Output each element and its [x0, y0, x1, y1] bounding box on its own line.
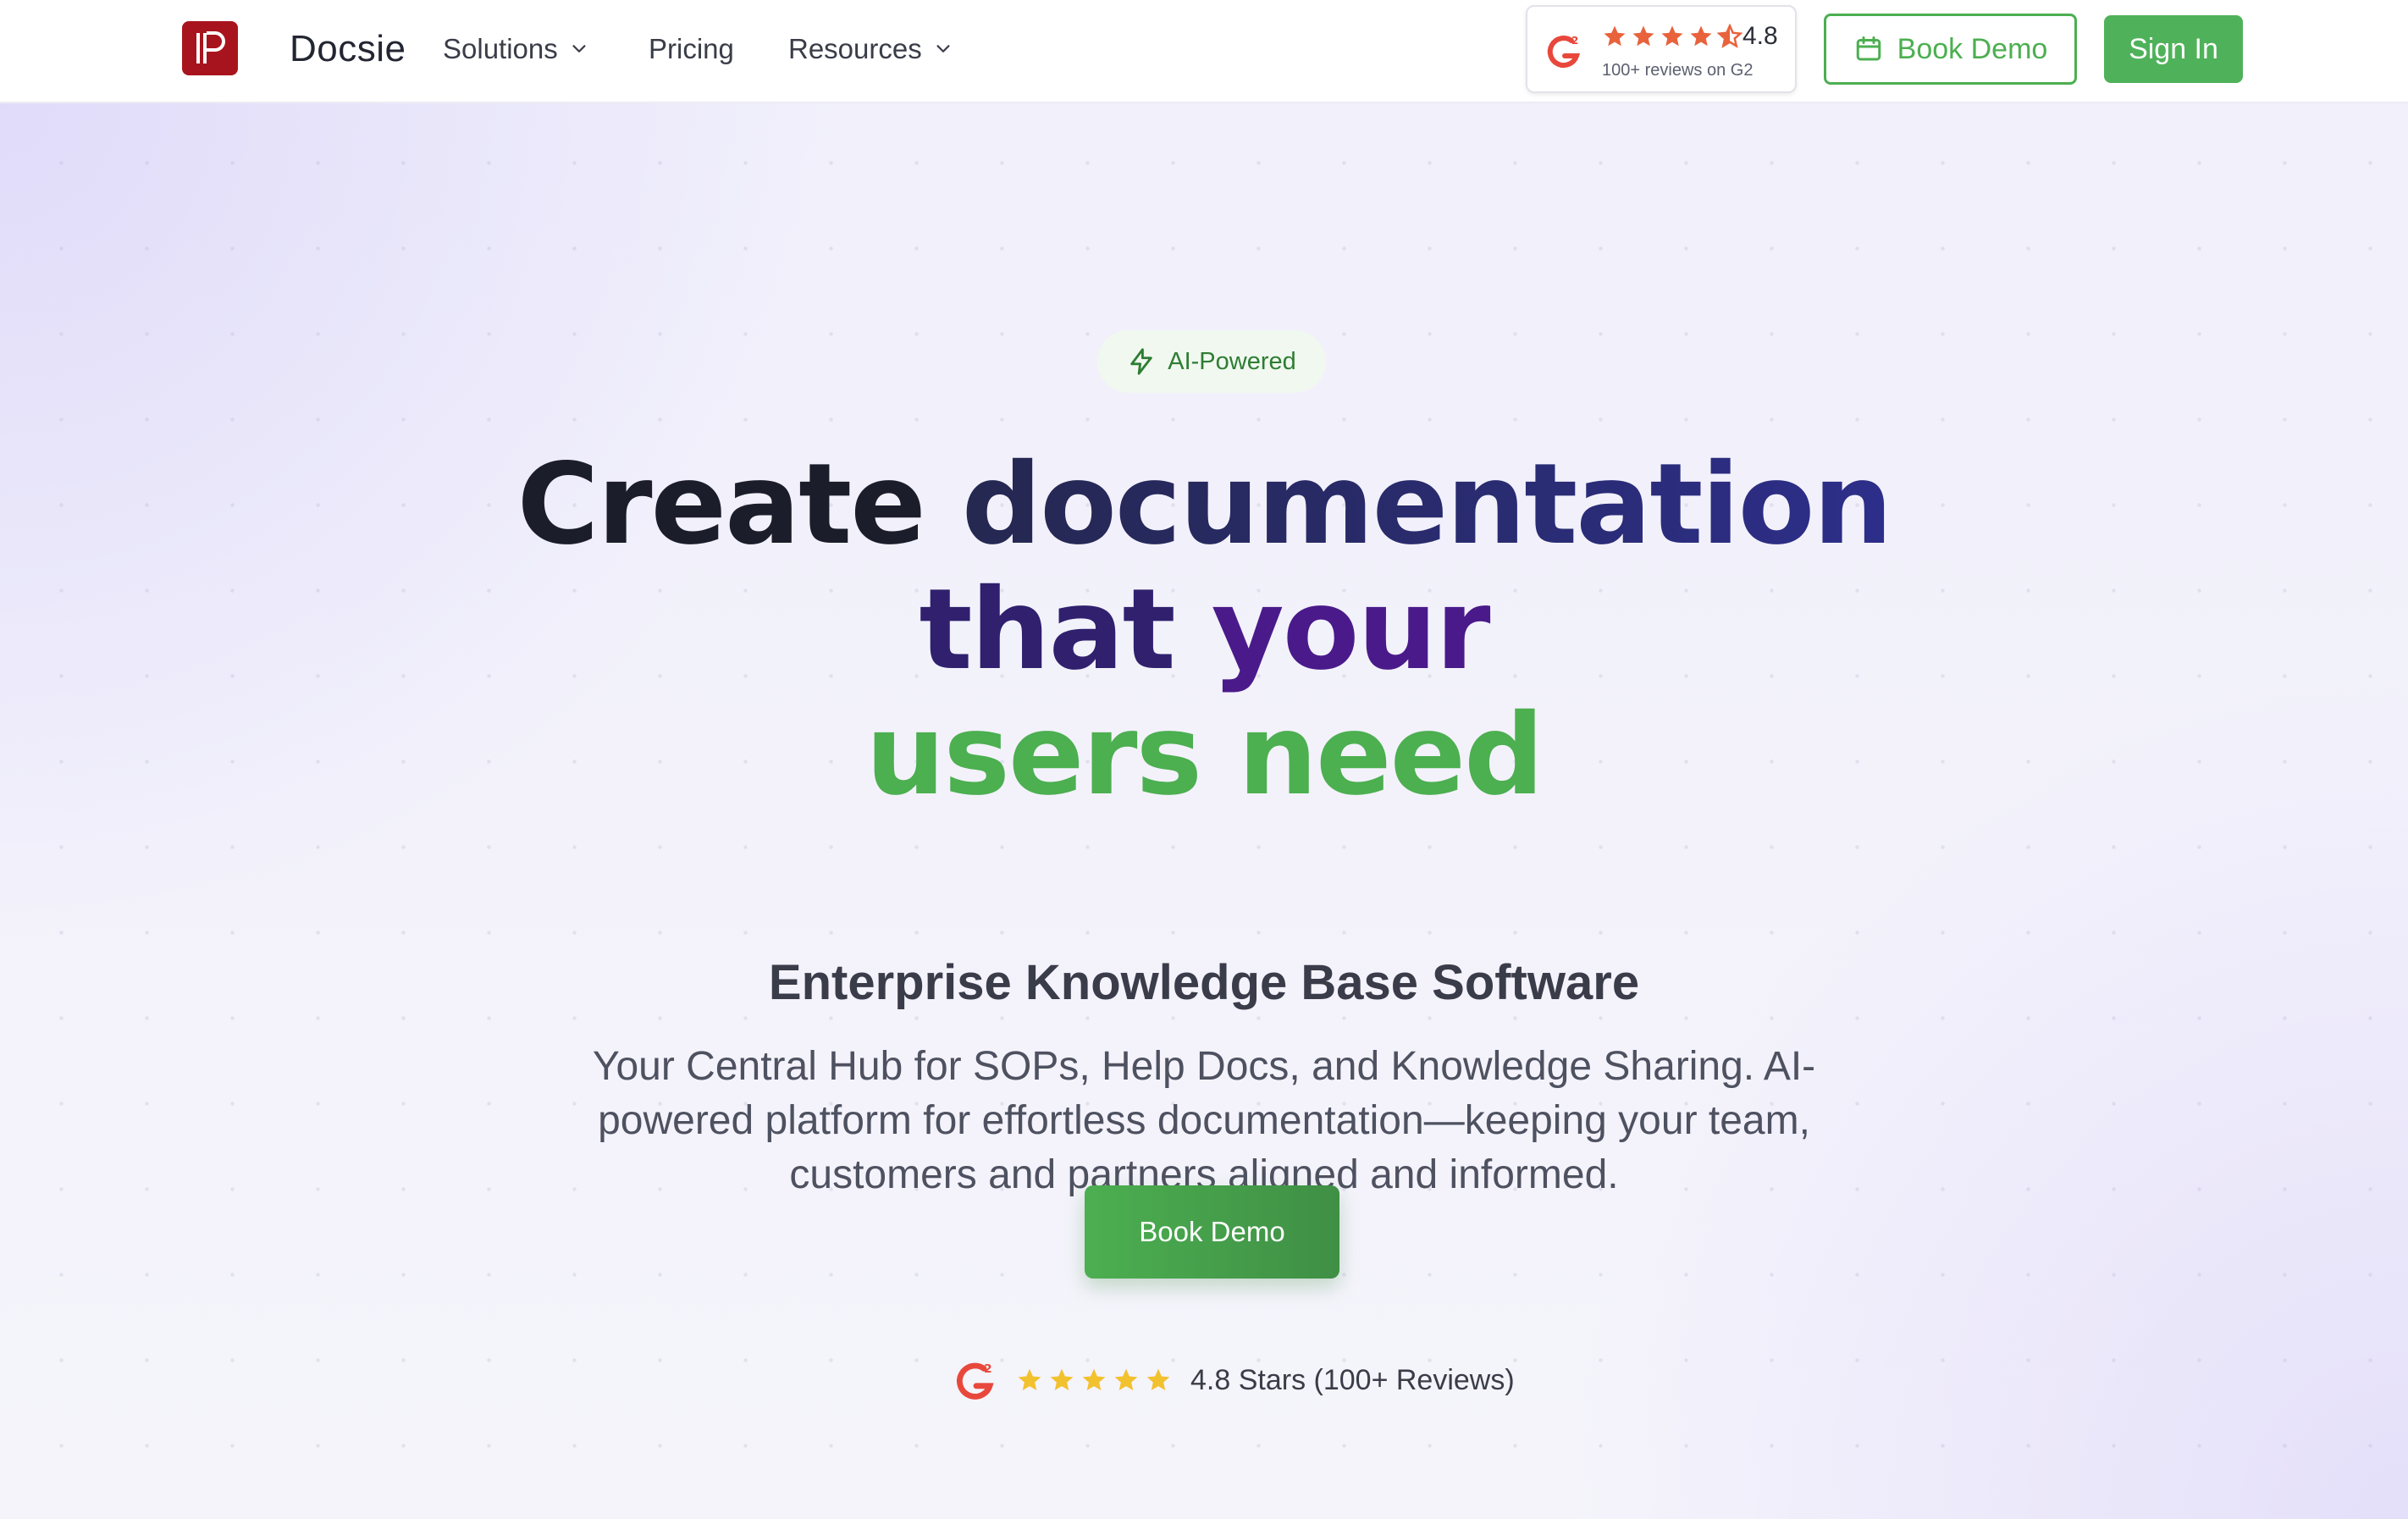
- nav-pricing-label: Pricing: [649, 33, 734, 64]
- nav-solutions[interactable]: Solutions: [443, 24, 588, 75]
- nav-resources-label: Resources: [788, 33, 922, 64]
- header-book-demo-button[interactable]: Book Demo: [1824, 14, 2077, 85]
- star-icon: [1690, 25, 1712, 47]
- star-icon: [1146, 1368, 1170, 1390]
- hero-section: AI-Powered Create documentation that you…: [0, 103, 2408, 1519]
- ai-powered-badge: AI-Powered: [1097, 330, 1326, 393]
- hero-subheadline: Enterprise Knowledge Base Software: [768, 955, 1640, 1010]
- g2-logo-icon: 2: [957, 1362, 994, 1400]
- headline-word-your: your: [1211, 565, 1491, 695]
- g2-rating-value: 4.8: [1742, 22, 1778, 50]
- star-half-icon: [1717, 24, 1742, 48]
- sign-in-button[interactable]: Sign In: [2104, 15, 2243, 83]
- ai-powered-label: AI-Powered: [1168, 347, 1296, 375]
- g2-stars: [1602, 24, 1742, 49]
- star-icon: [1018, 1368, 1041, 1390]
- hero-description: Your Central Hub for SOPs, Help Docs, an…: [592, 1044, 1816, 1197]
- chevron-down-icon: [936, 45, 950, 52]
- lightning-icon: [1130, 348, 1152, 375]
- hero-headline: Create documentation that your users nee…: [0, 442, 2408, 818]
- headline-line-1: Create documentation: [0, 442, 2408, 567]
- hero-rating-text: 4.8 Stars (100+ Reviews): [1190, 1363, 1515, 1396]
- headline-line-3: users need: [865, 690, 1544, 820]
- star-icon: [1632, 25, 1654, 47]
- hero-book-demo-button[interactable]: Book Demo: [1085, 1185, 1339, 1279]
- g2-reviews-count: 100+ reviews on G2: [1602, 61, 1754, 80]
- headline-word-create: Create: [516, 439, 926, 570]
- site-header: Docsie Solutions Pricing Resources 2 4.8…: [0, 0, 2408, 103]
- star-icon: [1604, 25, 1626, 47]
- chevron-down-icon: [572, 45, 586, 52]
- star-icon: [1114, 1368, 1138, 1390]
- star-icon: [1050, 1368, 1074, 1390]
- g2-logo-icon: 2: [1547, 35, 1581, 69]
- hero-rating: 2 4.8 Stars (100+ Reviews): [955, 1355, 1515, 1406]
- headline-word-documentation: documentation: [961, 439, 1893, 570]
- calendar-icon: [1856, 36, 1881, 61]
- docsie-logo-icon[interactable]: [182, 21, 238, 75]
- g2-rating-badge[interactable]: 2 4.8 100+ reviews on G2: [1526, 5, 1797, 93]
- svg-text:2: 2: [1571, 35, 1578, 47]
- nav-pricing[interactable]: Pricing: [649, 24, 734, 75]
- star-icon: [1082, 1368, 1106, 1390]
- headline-line-2: that your: [0, 567, 2408, 693]
- headline-word-that: that: [919, 565, 1175, 695]
- nav-solutions-label: Solutions: [443, 33, 558, 64]
- hero-rating-stars: [1016, 1367, 1172, 1394]
- header-book-demo-label: Book Demo: [1897, 32, 2048, 65]
- logo-mark-icon: [196, 31, 225, 64]
- star-icon: [1661, 25, 1683, 47]
- svg-text:2: 2: [984, 1362, 991, 1376]
- nav-resources[interactable]: Resources: [788, 24, 953, 75]
- brand-name[interactable]: Docsie: [290, 24, 406, 75]
